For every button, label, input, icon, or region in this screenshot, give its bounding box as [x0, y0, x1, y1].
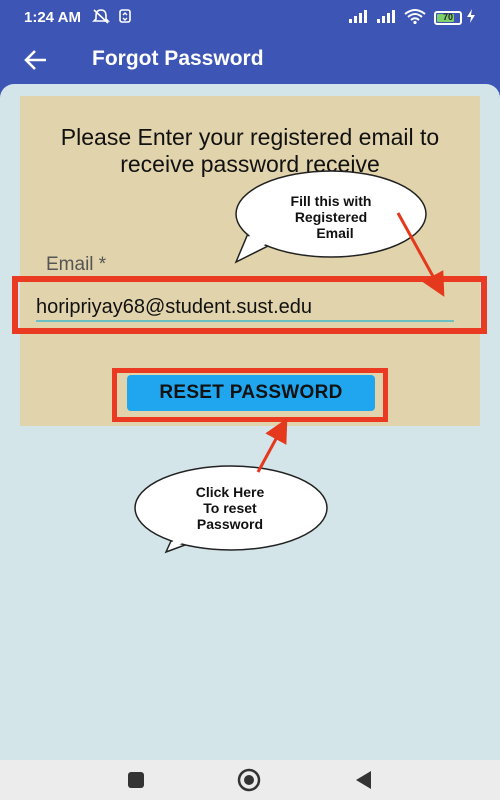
mute-icon: [92, 9, 110, 24]
sync-icon: [119, 9, 131, 23]
recents-icon[interactable]: [124, 768, 148, 792]
reset-highlight-frame: RESET PASSWORD: [112, 368, 388, 422]
callout-line: Click Here: [195, 484, 265, 500]
battery-icon: 70: [434, 11, 462, 25]
status-time: 1:24 AM: [24, 9, 81, 26]
signal-icon: [377, 10, 395, 23]
form-card: Please Enter your registered email to re…: [12, 96, 487, 426]
home-icon[interactable]: [237, 768, 261, 792]
system-nav-bar: [0, 760, 500, 800]
wifi-icon: [404, 9, 426, 24]
instruction-text: Please Enter your registered email to re…: [60, 124, 440, 177]
callout-line: To reset: [203, 500, 257, 516]
app-bar: Forgot Password: [0, 36, 500, 84]
email-field[interactable]: [36, 294, 454, 322]
callout-line: Email: [316, 225, 354, 241]
email-label: Email *: [46, 254, 107, 275]
email-callout-text: Fill this with Registered Email: [261, 193, 401, 241]
email-highlight-frame: [12, 276, 487, 334]
reset-password-button[interactable]: RESET PASSWORD: [127, 375, 375, 411]
callout-line: Registered: [294, 209, 368, 225]
arrow-left-icon[interactable]: [22, 46, 50, 74]
callout-line: Password: [196, 516, 264, 532]
back-icon[interactable]: [352, 768, 376, 792]
status-bar: 1:24 AM 70: [0, 0, 500, 36]
charging-icon: [467, 9, 475, 23]
callout-line: Fill this with: [290, 193, 372, 209]
content-area: Please Enter your registered email to re…: [0, 84, 500, 760]
signal-icon: [349, 10, 367, 23]
reset-callout-text: Click Here To reset Password: [160, 484, 300, 532]
page-title: Forgot Password: [92, 47, 264, 70]
battery-level: 70: [442, 12, 453, 22]
